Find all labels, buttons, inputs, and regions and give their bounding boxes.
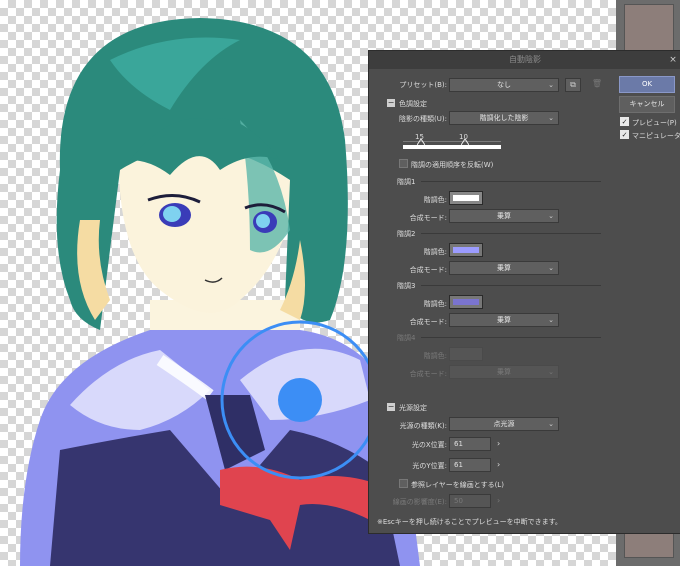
tone1-color-swatch[interactable]: [449, 191, 483, 205]
slider-handle-icon[interactable]: [417, 139, 425, 145]
light-type-value: 点光源: [493, 420, 515, 428]
manipulator-label: マニピュレータ(M: [632, 132, 680, 140]
light-source-marker: [278, 378, 322, 422]
close-icon[interactable]: ×: [667, 51, 679, 69]
chevron-down-icon: ⌄: [548, 368, 554, 376]
tone1-blend-value: 乗算: [497, 212, 511, 220]
tone4-header: 階調4: [397, 334, 416, 342]
tone3-blend-select[interactable]: 乗算 ⌄: [449, 313, 559, 327]
tone2-color-label: 階調色:: [423, 248, 447, 256]
ok-button[interactable]: OK: [619, 76, 675, 93]
reference-layer-label: 参照レイヤーを線画とする(L): [411, 481, 504, 489]
collapse-light-section-icon[interactable]: −: [387, 403, 395, 411]
light-x-input[interactable]: 61: [449, 437, 491, 451]
layer-thumbnail[interactable]: [624, 4, 674, 52]
tone2-header: 階調2: [397, 230, 416, 238]
register-preset-icon[interactable]: ⧉: [565, 78, 581, 92]
shadow-type-value: 階調化した陰影: [479, 114, 529, 122]
footer-note: ※Escキーを押し続けることでプレビューを中断できます。: [377, 518, 562, 526]
tone1-blend-select[interactable]: 乗算 ⌄: [449, 209, 559, 223]
tone4-blend-value: 乗算: [497, 368, 511, 376]
dialog-title: 自動陰影: [369, 51, 680, 69]
chevron-down-icon: ⌄: [548, 264, 554, 272]
tone-section-header: 色調設定: [399, 100, 427, 108]
reverse-order-checkbox[interactable]: [399, 159, 408, 168]
tone2-blend-select[interactable]: 乗算 ⌄: [449, 261, 559, 275]
chevron-right-icon[interactable]: ›: [497, 496, 500, 505]
tone2-color-swatch[interactable]: [449, 243, 483, 257]
reference-layer-checkbox[interactable]: [399, 479, 408, 488]
light-type-label: 光源の種類(K):: [399, 422, 447, 430]
tone3-color-label: 階調色:: [423, 300, 447, 308]
auto-shading-dialog: 自動陰影 × プリセット(B): なし ⌄ ⧉ 🗑 OK キャンセル ✓ プレビュ…: [368, 50, 680, 534]
line-strength-input[interactable]: 50: [449, 494, 491, 508]
tone4-blend-label: 合成モード:: [409, 370, 447, 378]
delete-preset-icon[interactable]: 🗑: [589, 78, 605, 92]
tone3-header: 階調3: [397, 282, 416, 290]
shadow-type-label: 陰影の種類(U):: [399, 115, 447, 123]
tone1-color-label: 階調色:: [423, 196, 447, 204]
chevron-right-icon[interactable]: ›: [497, 439, 500, 448]
slider-handle-icon[interactable]: [461, 139, 469, 145]
preview-label: プレビュー(P): [632, 119, 677, 127]
chevron-down-icon: ⌄: [548, 114, 554, 122]
tone3-color-swatch[interactable]: [449, 295, 483, 309]
tone1-header: 階調1: [397, 178, 416, 186]
line-strength-label: 線画の影響度(E):: [392, 498, 447, 506]
tone4-color-label: 階調色:: [423, 352, 447, 360]
chevron-down-icon: ⌄: [548, 212, 554, 220]
light-section-header: 光源設定: [399, 404, 427, 412]
preset-select[interactable]: なし ⌄: [449, 78, 559, 92]
tone3-blend-value: 乗算: [497, 316, 511, 324]
collapse-tone-section-icon[interactable]: −: [387, 99, 395, 107]
tone1-blend-label: 合成モード:: [409, 214, 447, 222]
chevron-right-icon[interactable]: ›: [497, 460, 500, 469]
preset-value: なし: [497, 81, 511, 89]
light-y-label: 光のY位置:: [412, 462, 447, 470]
chevron-down-icon: ⌄: [548, 81, 554, 89]
cancel-button[interactable]: キャンセル: [619, 96, 675, 113]
preset-label: プリセット(B):: [399, 81, 447, 89]
tone2-blend-label: 合成モード:: [409, 266, 447, 274]
light-y-input[interactable]: 61: [449, 458, 491, 472]
manipulator-checkbox[interactable]: ✓: [620, 130, 629, 139]
preview-checkbox[interactable]: ✓: [620, 117, 629, 126]
light-type-select[interactable]: 点光源 ⌄: [449, 417, 559, 431]
tone4-color-swatch[interactable]: [449, 347, 483, 361]
shadow-type-select[interactable]: 階調化した陰影 ⌄: [449, 111, 559, 125]
tone-range-slider[interactable]: [403, 145, 501, 149]
light-x-label: 光のX位置:: [411, 441, 447, 449]
tone3-blend-label: 合成モード:: [409, 318, 447, 326]
chevron-down-icon: ⌄: [548, 316, 554, 324]
tone2-blend-value: 乗算: [497, 264, 511, 272]
tone4-blend-select[interactable]: 乗算 ⌄: [449, 365, 559, 379]
reverse-order-label: 階調の適用順序を反転(W): [411, 161, 494, 169]
chevron-down-icon: ⌄: [548, 420, 554, 428]
